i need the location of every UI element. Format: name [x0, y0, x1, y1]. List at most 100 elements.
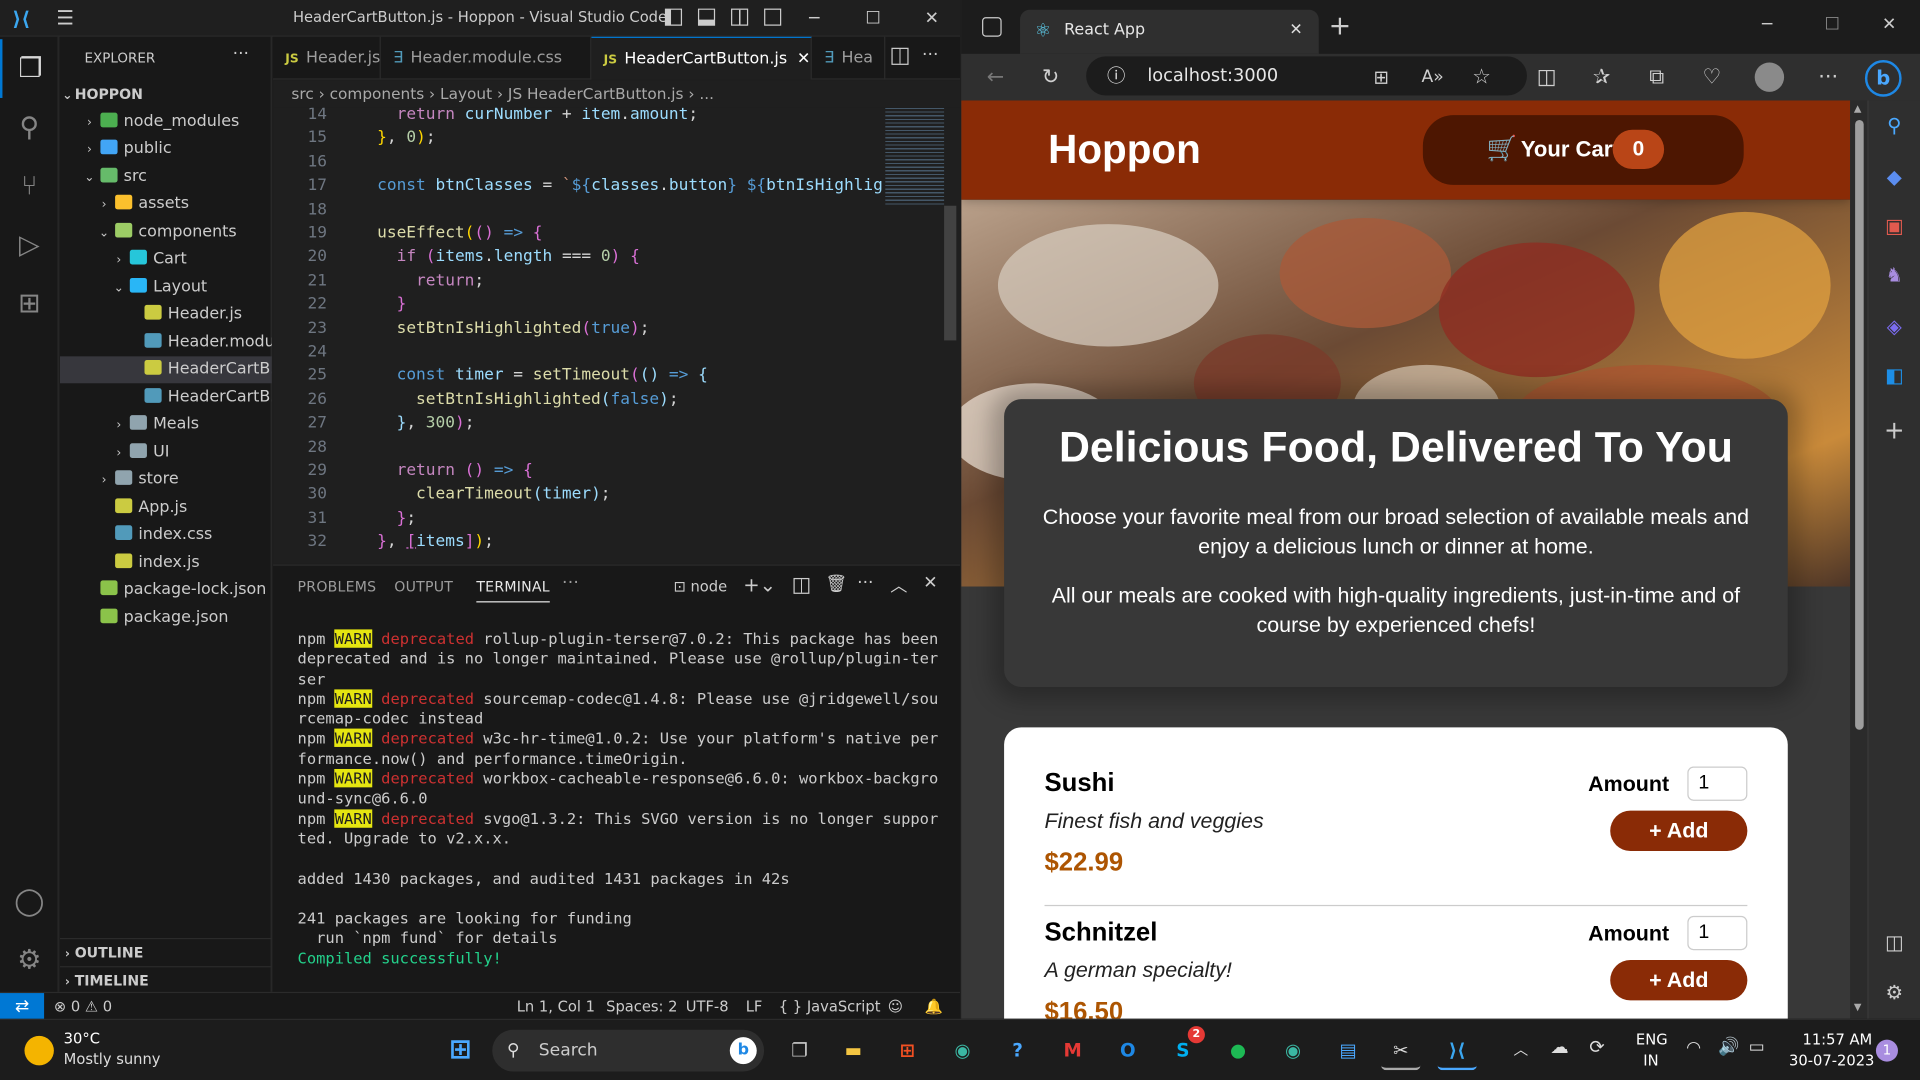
explorer-item[interactable]: › Cart [60, 246, 272, 273]
clock-time[interactable]: 11:57 AM [1802, 1031, 1872, 1048]
volume-icon[interactable]: 🔊 [1718, 1037, 1739, 1057]
notepad-icon[interactable]: ▤ [1329, 1031, 1368, 1070]
edge-minimize-button[interactable]: ─ [1762, 15, 1772, 35]
new-tab-icon[interactable]: + [1329, 11, 1352, 42]
explorer-item[interactable]: › UI [60, 439, 272, 466]
remote-icon[interactable]: ⇄ [0, 993, 45, 1021]
clock-date[interactable]: 30-07-2023 [1789, 1052, 1874, 1069]
taskbar-search[interactable]: ⚲ Search b [492, 1029, 765, 1072]
weather-text[interactable]: Mostly sunny [64, 1051, 161, 1068]
tab-overflow[interactable]: ∃ Hea [812, 36, 886, 80]
close-button[interactable]: ✕ [904, 0, 960, 37]
scroll-up-icon[interactable]: ▲ [1854, 103, 1862, 114]
split-editor-icon[interactable] [891, 47, 909, 65]
tab-actions-icon[interactable] [982, 17, 1002, 37]
project-root[interactable]: ⌄ HOPPON [60, 81, 272, 108]
favorite-star-icon[interactable]: ☆ [1466, 61, 1498, 93]
favorites-icon[interactable]: ✰ [1586, 61, 1618, 93]
tab-close-icon[interactable]: ✕ [797, 50, 810, 68]
editor-more-icon[interactable]: ··· [922, 45, 938, 65]
amount-input[interactable]: 1 [1687, 915, 1748, 951]
tray-chevron-icon[interactable]: ︿ [1513, 1038, 1528, 1059]
explorer-item[interactable]: index.js [60, 549, 272, 576]
panel-tab-problems[interactable]: PROBLEMS [298, 578, 377, 595]
explorer-item[interactable]: ⌄ src [60, 163, 272, 190]
explorer-item[interactable]: Header.js [60, 301, 272, 328]
indentation-status[interactable]: Spaces: 2 [606, 993, 677, 1020]
explorer-item[interactable]: ⌄ components [60, 219, 272, 246]
snipping-tool-icon[interactable]: ✂ [1381, 1031, 1421, 1071]
tab-header-module-css[interactable]: ∃ Header.module.css [381, 36, 592, 80]
maximize-panel-icon[interactable]: ︿ [890, 573, 907, 597]
add-sidebar-icon[interactable]: + [1878, 414, 1910, 446]
problems-status[interactable]: ⊗ 0 ⚠ 0 [54, 993, 112, 1020]
task-view-icon[interactable]: ❐ [780, 1031, 819, 1070]
outline-section[interactable]: › OUTLINE [60, 937, 272, 965]
file-explorer-icon[interactable]: ▬ [834, 1031, 873, 1070]
split-terminal-icon[interactable] [793, 577, 810, 594]
explorer-item[interactable]: › node_modules [60, 108, 272, 135]
edge-dev-icon[interactable]: ◉ [1273, 1031, 1312, 1070]
terminal-more-icon[interactable]: ··· [857, 573, 873, 593]
minimap[interactable] [885, 107, 945, 206]
encoding-status[interactable]: UTF-8 [686, 993, 729, 1020]
cart-button[interactable]: 🛒 Your Cart 0 [1422, 115, 1744, 185]
back-icon[interactable]: ← [980, 61, 1012, 93]
split-screen-icon[interactable]: ◫ [1531, 61, 1563, 93]
shopping-tag-icon[interactable]: ◆ [1878, 162, 1910, 194]
cursor-position[interactable]: Ln 1, Col 1 [517, 993, 595, 1020]
onedrive-icon[interactable]: ☁ [1550, 1036, 1568, 1058]
scrollbar-thumb[interactable] [1855, 120, 1864, 730]
explorer-item[interactable]: HeaderCartB... [60, 384, 272, 411]
scroll-down-icon[interactable]: ▼ [1854, 1002, 1862, 1013]
sync-icon[interactable]: ⟳ [1589, 1036, 1604, 1058]
skype-icon[interactable]: S2 [1163, 1026, 1205, 1070]
browser-essentials-icon[interactable]: ♡ [1696, 61, 1728, 93]
info-icon[interactable]: ⓘ [1107, 56, 1125, 95]
hide-sidebar-icon[interactable]: ◫ [1878, 927, 1910, 959]
customize-layout-icon[interactable] [764, 8, 782, 26]
sidebar-search-icon[interactable]: ⚲ [1878, 110, 1910, 142]
add-button[interactable]: + Add [1610, 810, 1748, 852]
games-icon[interactable]: ♞ [1878, 260, 1910, 292]
spotify-icon[interactable]: ● [1218, 1031, 1257, 1070]
mcafee-icon[interactable]: M [1053, 1031, 1092, 1070]
edge-maximize-button[interactable]: ☐ [1825, 15, 1840, 35]
breadcrumb[interactable]: src › components › Layout › JS HeaderCar… [273, 80, 961, 108]
tab-header-cart-button[interactable]: JS HeaderCartButton.js ✕ [591, 36, 812, 80]
refresh-icon[interactable]: ↻ [1035, 61, 1067, 93]
layout-sidebar-icon[interactable] [664, 8, 683, 26]
vscode-taskbar-icon[interactable]: ⟩⟨ [1437, 1031, 1477, 1071]
search-icon[interactable]: ⚲ [0, 98, 59, 157]
explorer-item[interactable]: App.js [60, 494, 272, 521]
layout-secondary-icon[interactable] [731, 8, 749, 26]
microsoft-365-icon[interactable]: ◈ [1878, 311, 1910, 343]
explorer-item[interactable]: › store [60, 467, 272, 494]
language-status[interactable]: { } JavaScript [779, 993, 881, 1020]
explorer-more-icon[interactable]: ··· [233, 44, 249, 64]
new-terminal-icon[interactable]: +⌄ [743, 573, 776, 596]
weather-temp[interactable]: 30°C [64, 1030, 100, 1047]
app-available-icon[interactable]: ⊞ [1365, 61, 1397, 93]
panel-more-icon[interactable]: ··· [562, 573, 579, 593]
layout-panel-icon[interactable] [697, 8, 716, 26]
settings-more-icon[interactable]: ··· [1812, 61, 1844, 93]
code-editor[interactable]: 14 15 16 17 18 19 20 21 22 23 24 25 26 27 28 29 30 31 32 r… [273, 107, 961, 564]
feedback-icon[interactable]: ☺ [888, 993, 903, 1020]
language-primary[interactable]: ENG [1636, 1031, 1668, 1048]
tab-header-js[interactable]: JS Header.js [273, 36, 381, 80]
run-debug-icon[interactable]: ▷ [0, 216, 59, 275]
outlook-icon[interactable]: ◧ [1878, 360, 1910, 392]
close-tab-icon[interactable]: ✕ [1289, 10, 1302, 52]
panel-tab-output[interactable]: OUTPUT [394, 578, 453, 595]
explorer-item[interactable]: › Meals [60, 411, 272, 438]
edge-close-button[interactable]: ✕ [1882, 15, 1896, 35]
minimize-button[interactable]: ─ [786, 0, 842, 37]
eol-status[interactable]: LF [746, 993, 763, 1020]
maximize-button[interactable]: ☐ [845, 0, 901, 37]
add-button[interactable]: + Add [1610, 960, 1748, 1001]
read-aloud-icon[interactable]: A» [1417, 61, 1449, 93]
explorer-item[interactable]: package-lock.json [60, 577, 272, 604]
address-bar[interactable]: ⓘ localhost:3000 [1086, 56, 1527, 96]
timeline-section[interactable]: › TIMELINE [60, 966, 272, 993]
